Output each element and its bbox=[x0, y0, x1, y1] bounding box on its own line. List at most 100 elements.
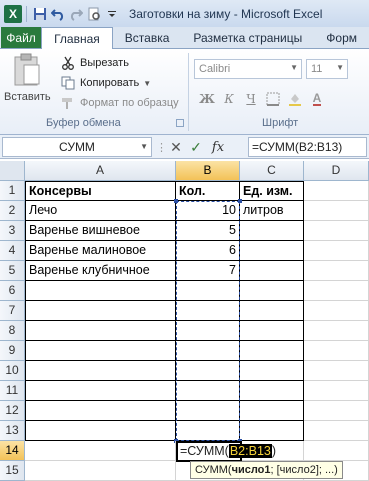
cell-a13[interactable] bbox=[25, 421, 176, 441]
cell-c12[interactable] bbox=[240, 401, 304, 421]
select-all-corner[interactable] bbox=[0, 161, 25, 181]
cancel-icon[interactable]: ✕ bbox=[166, 139, 186, 156]
excel-icon[interactable]: X bbox=[4, 4, 22, 23]
cell-b2[interactable]: 10 bbox=[176, 201, 240, 221]
print-preview-icon[interactable] bbox=[85, 5, 103, 23]
cell-c6[interactable] bbox=[240, 281, 304, 301]
cell-c9[interactable] bbox=[240, 341, 304, 361]
cell-c10[interactable] bbox=[240, 361, 304, 381]
row-header-9[interactable]: 9 bbox=[0, 341, 25, 361]
cell-a15[interactable] bbox=[25, 461, 176, 481]
column-header-c[interactable]: C bbox=[240, 161, 304, 181]
tab-file[interactable]: Файл bbox=[1, 27, 42, 48]
row-header-12[interactable]: 12 bbox=[0, 401, 25, 421]
cell-a14[interactable] bbox=[25, 441, 176, 461]
cell-c11[interactable] bbox=[240, 381, 304, 401]
row-header-15[interactable]: 15 bbox=[0, 461, 25, 481]
dialog-launcher-icon[interactable] bbox=[176, 119, 184, 127]
cell-d7[interactable] bbox=[304, 301, 369, 321]
cell-b9[interactable] bbox=[176, 341, 240, 361]
cell-a8[interactable] bbox=[25, 321, 176, 341]
chevron-down-icon[interactable]: ▼ bbox=[143, 79, 151, 88]
cell-c1[interactable]: Ед. изм. bbox=[240, 181, 304, 201]
cell-b13[interactable] bbox=[176, 421, 240, 441]
cell-c13[interactable] bbox=[240, 421, 304, 441]
formula-input[interactable]: =СУММ(B2:B13) bbox=[248, 137, 367, 157]
cell-b10[interactable] bbox=[176, 361, 240, 381]
cell-a1[interactable]: Консервы bbox=[25, 181, 176, 201]
row-header-7[interactable]: 7 bbox=[0, 301, 25, 321]
cell-b5[interactable]: 7 bbox=[176, 261, 240, 281]
name-box[interactable]: СУММ ▼ bbox=[2, 137, 152, 157]
cell-a5[interactable]: Варенье клубничное bbox=[25, 261, 176, 281]
row-header-3[interactable]: 3 bbox=[0, 221, 25, 241]
cell-b14-editing[interactable]: =СУММ(B2:B13) bbox=[176, 441, 276, 462]
tab-home[interactable]: Главная bbox=[41, 27, 113, 49]
cell-b7[interactable] bbox=[176, 301, 240, 321]
cell-d3[interactable] bbox=[304, 221, 369, 241]
underline-button[interactable]: Ч bbox=[240, 89, 262, 109]
cell-b6[interactable] bbox=[176, 281, 240, 301]
cell-a3[interactable]: Варенье вишневое bbox=[25, 221, 176, 241]
tab-insert[interactable]: Вставка bbox=[113, 27, 182, 48]
cell-d13[interactable] bbox=[304, 421, 369, 441]
cell-c5[interactable] bbox=[240, 261, 304, 281]
cell-c4[interactable] bbox=[240, 241, 304, 261]
cut-button[interactable]: Вырезать bbox=[60, 53, 179, 73]
enter-icon[interactable]: ✓ bbox=[186, 139, 206, 156]
insert-function-icon[interactable]: fx bbox=[206, 140, 230, 155]
cell-c7[interactable] bbox=[240, 301, 304, 321]
cell-d12[interactable] bbox=[304, 401, 369, 421]
cell-d4[interactable] bbox=[304, 241, 369, 261]
cell-b12[interactable] bbox=[176, 401, 240, 421]
column-header-a[interactable]: A bbox=[25, 161, 176, 181]
column-header-d[interactable]: D bbox=[304, 161, 369, 181]
cell-a12[interactable] bbox=[25, 401, 176, 421]
row-header-11[interactable]: 11 bbox=[0, 381, 25, 401]
cell-c2[interactable]: литров bbox=[240, 201, 304, 221]
cell-d10[interactable] bbox=[304, 361, 369, 381]
cell-b4[interactable]: 6 bbox=[176, 241, 240, 261]
cell-a6[interactable] bbox=[25, 281, 176, 301]
cell-d8[interactable] bbox=[304, 321, 369, 341]
cell-c3[interactable] bbox=[240, 221, 304, 241]
cell-d5[interactable] bbox=[304, 261, 369, 281]
cell-a2[interactable]: Лечо bbox=[25, 201, 176, 221]
font-size-dropdown[interactable]: 11 ▼ bbox=[306, 59, 348, 79]
undo-icon[interactable] bbox=[49, 5, 67, 23]
tab-formulas[interactable]: Форм bbox=[314, 27, 369, 48]
row-header-1[interactable]: 1 bbox=[0, 181, 25, 201]
format-painter-button[interactable]: Формат по образцу bbox=[60, 93, 179, 113]
column-header-b[interactable]: B bbox=[176, 161, 240, 181]
cell-a11[interactable] bbox=[25, 381, 176, 401]
cell-d6[interactable] bbox=[304, 281, 369, 301]
cell-a10[interactable] bbox=[25, 361, 176, 381]
cell-b8[interactable] bbox=[176, 321, 240, 341]
italic-button[interactable]: К bbox=[218, 89, 240, 109]
customize-icon[interactable] bbox=[103, 5, 121, 23]
font-color-icon[interactable]: A bbox=[306, 89, 328, 109]
row-header-2[interactable]: 2 bbox=[0, 201, 25, 221]
cell-b1[interactable]: Кол. bbox=[176, 181, 240, 201]
cell-b11[interactable] bbox=[176, 381, 240, 401]
cell-a9[interactable] bbox=[25, 341, 176, 361]
cell-a7[interactable] bbox=[25, 301, 176, 321]
cell-d1[interactable] bbox=[304, 181, 369, 201]
drag-handle-icon[interactable]: ⋮ bbox=[156, 141, 167, 154]
row-header-6[interactable]: 6 bbox=[0, 281, 25, 301]
paste-button[interactable]: Вставить bbox=[4, 53, 51, 111]
copy-button[interactable]: Копировать ▼ bbox=[60, 73, 179, 93]
fill-color-icon[interactable] bbox=[284, 89, 306, 109]
row-header-14[interactable]: 14 bbox=[0, 441, 25, 461]
redo-icon[interactable] bbox=[67, 5, 85, 23]
cell-d9[interactable] bbox=[304, 341, 369, 361]
row-header-8[interactable]: 8 bbox=[0, 321, 25, 341]
row-header-10[interactable]: 10 bbox=[0, 361, 25, 381]
worksheet-grid[interactable]: A B C D 1 2 3 4 5 6 7 8 9 10 11 12 13 14… bbox=[0, 161, 369, 481]
tab-page-layout[interactable]: Разметка страницы bbox=[181, 27, 314, 48]
cell-b3[interactable]: 5 bbox=[176, 221, 240, 241]
save-icon[interactable] bbox=[31, 5, 49, 23]
cell-d11[interactable] bbox=[304, 381, 369, 401]
chevron-down-icon[interactable]: ▼ bbox=[140, 138, 148, 156]
cell-c8[interactable] bbox=[240, 321, 304, 341]
